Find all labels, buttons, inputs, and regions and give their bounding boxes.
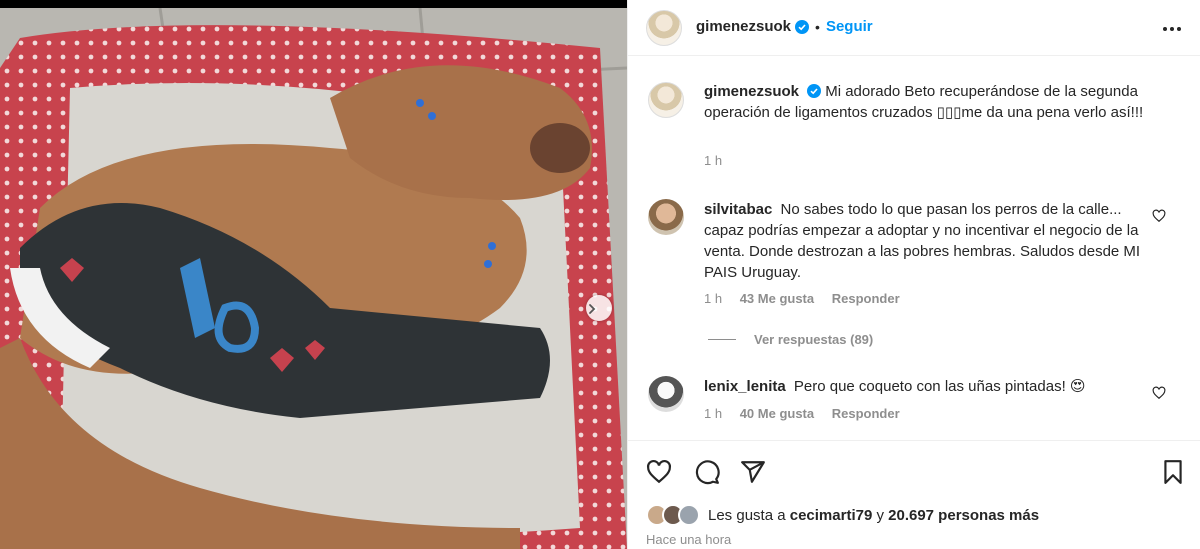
comment-body: lenix_lenita Pero que coqueto con las uñ… xyxy=(704,376,1160,397)
next-photo-button[interactable] xyxy=(586,295,612,321)
post-header: gimenezsuok • Seguir xyxy=(628,0,1200,56)
comments-list: gimenezsuok Mi adorado Beto recuperándos… xyxy=(628,57,1200,440)
post-timestamp[interactable]: Hace una hora xyxy=(646,532,731,547)
heart-icon[interactable] xyxy=(1152,209,1166,223)
separator-dot: • xyxy=(815,18,820,35)
photo-top-bar xyxy=(0,0,627,8)
comment-username[interactable]: lenix_lenita xyxy=(704,378,786,395)
caption-body: gimenezsuok Mi adorado Beto recuperándos… xyxy=(704,81,1160,123)
caption-meta: 1 h xyxy=(704,153,722,168)
comment-bubble-icon[interactable] xyxy=(694,459,720,485)
liker-avatars[interactable] xyxy=(646,504,706,526)
likes-summary: Les gusta a cecimarti79 y 20.697 persona… xyxy=(646,504,1039,526)
comment-likes[interactable]: 40 Me gusta xyxy=(740,406,814,421)
bookmark-icon[interactable] xyxy=(1160,459,1186,485)
commenter-avatar[interactable] xyxy=(648,376,684,412)
replies-divider xyxy=(708,339,736,340)
likes-user[interactable]: cecimarti79 xyxy=(790,507,873,524)
chevron-right-icon xyxy=(589,304,596,314)
verified-badge-icon xyxy=(795,19,810,34)
comment-time: 1 h xyxy=(704,406,723,421)
reply-button[interactable]: Responder xyxy=(832,406,900,421)
post-photo[interactable] xyxy=(0,0,627,549)
author-username[interactable]: gimenezsuok xyxy=(696,18,791,35)
post-actions: Les gusta a cecimarti79 y 20.697 persona… xyxy=(628,440,1200,549)
comment-username[interactable]: silvitabac xyxy=(704,201,772,218)
author-avatar[interactable] xyxy=(646,10,682,46)
caption-username[interactable]: gimenezsuok xyxy=(704,83,799,100)
view-replies-label: Ver respuestas (89) xyxy=(754,332,874,347)
heart-icon[interactable] xyxy=(1152,386,1166,400)
comment-time: 1 h xyxy=(704,291,723,306)
caption: gimenezsuok Mi adorado Beto recuperándos… xyxy=(646,79,1166,179)
follow-button[interactable]: Seguir xyxy=(826,18,873,35)
dog-photo-illustration xyxy=(0,8,627,549)
comment-body: silvitabac No sabes todo lo que pasan lo… xyxy=(704,199,1160,283)
likes-prefix: Les gusta a xyxy=(708,506,786,524)
comment-likes[interactable]: 43 Me gusta xyxy=(740,291,814,306)
header-author-row: gimenezsuok • Seguir xyxy=(696,18,873,35)
liker-avatar xyxy=(678,504,700,526)
comment-text: Pero que coqueto con las uñas pintadas! … xyxy=(793,378,1086,395)
more-options-icon[interactable] xyxy=(1161,18,1185,38)
comment-meta: 1 h 43 Me gusta Responder xyxy=(704,291,900,306)
caption-time: 1 h xyxy=(704,153,723,168)
post-side-panel: gimenezsuok • Seguir gimenezsuok Mi ador… xyxy=(627,0,1200,549)
view-replies-button[interactable]: Ver respuestas (89) xyxy=(708,332,873,347)
heart-icon[interactable] xyxy=(646,459,672,485)
likes-count[interactable]: 20.697 personas más xyxy=(888,507,1039,524)
comment-item: lenix_lenita Pero que coqueto con las uñ… xyxy=(646,374,1166,434)
verified-badge-icon xyxy=(807,84,822,98)
likes-middle: y xyxy=(876,506,884,524)
comment-meta: 1 h 40 Me gusta Responder xyxy=(704,406,900,421)
paper-plane-icon[interactable] xyxy=(740,459,766,485)
comment-item: silvitabac No sabes todo lo que pasan lo… xyxy=(646,197,1166,327)
caption-avatar[interactable] xyxy=(648,82,684,118)
reply-button[interactable]: Responder xyxy=(832,291,900,306)
commenter-avatar[interactable] xyxy=(648,199,684,235)
